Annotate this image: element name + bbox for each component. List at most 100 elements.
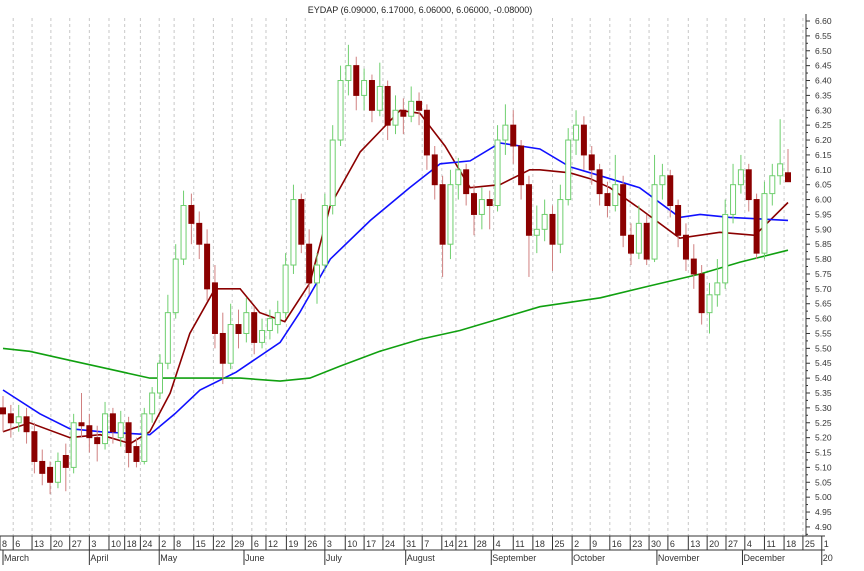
- candle-body: [690, 258, 697, 275]
- x-tick-label: 6: [15, 539, 20, 549]
- candle-body: [243, 312, 250, 334]
- candle-body: [141, 413, 148, 462]
- y-tick-label: 5.25: [815, 418, 832, 428]
- candle-body: [573, 124, 580, 141]
- candle-body: [321, 205, 328, 266]
- y-tick-label: 5.60: [815, 314, 832, 324]
- candle-body: [604, 193, 611, 207]
- x-tick-label: 11: [515, 539, 524, 549]
- candle-body: [628, 234, 634, 254]
- candle-body: [478, 199, 485, 215]
- x-tick-label: 10: [111, 539, 121, 549]
- candle-body: [651, 184, 658, 260]
- candle: [70, 413, 77, 474]
- candle-body: [557, 199, 564, 245]
- y-tick-label: 6.50: [815, 46, 832, 56]
- candle-body: [376, 85, 383, 111]
- candle-body: [447, 184, 454, 245]
- y-tick-label: 5.90: [815, 224, 832, 234]
- chart-title: EYDAP (6.09000, 6.17000, 6.06000, 6.0600…: [308, 5, 533, 15]
- candle-body: [675, 205, 682, 236]
- candle-body: [463, 169, 470, 195]
- candle-body: [188, 205, 195, 224]
- y-tick-label: 6.55: [815, 31, 832, 41]
- candle-body: [392, 109, 399, 126]
- candle-body: [259, 330, 266, 343]
- candle-body: [730, 184, 737, 215]
- x-tick-label: 31: [406, 539, 416, 549]
- candle: [141, 407, 148, 465]
- y-tick-label: 5.20: [815, 433, 832, 443]
- candle-body: [612, 184, 619, 207]
- x-tick-label: 2: [574, 539, 579, 549]
- candle-body: [86, 425, 93, 439]
- candle-body: [70, 422, 77, 468]
- candle-body: [306, 243, 313, 284]
- candle-body: [109, 413, 116, 433]
- candle-body: [431, 154, 438, 186]
- x-tick-label: 8: [176, 539, 181, 549]
- candle-body: [39, 460, 46, 474]
- candle-body: [549, 213, 556, 245]
- candle-body: [533, 228, 540, 236]
- y-tick-label: 6.40: [815, 76, 832, 86]
- x-tick-label: 4: [496, 539, 501, 549]
- candle-body: [94, 437, 101, 445]
- y-tick-label: 5.65: [815, 299, 832, 309]
- candle-body: [643, 222, 650, 260]
- candle-body: [211, 282, 218, 334]
- x-tick-label: 18: [127, 539, 137, 549]
- candle-body: [384, 85, 391, 126]
- candle: [761, 181, 768, 260]
- candle-body: [314, 264, 320, 284]
- candle: [298, 193, 305, 254]
- candle-body: [722, 213, 729, 284]
- candle-body: [439, 184, 446, 245]
- candle-body: [620, 184, 627, 236]
- x-tick-label: 26: [307, 539, 317, 549]
- y-tick-label: 5.95: [815, 209, 832, 219]
- x-tick-label: 28: [477, 539, 487, 549]
- candle-body: [180, 205, 187, 260]
- candle-body: [149, 392, 156, 415]
- candle-body: [510, 124, 517, 147]
- x-tick-label: 16: [612, 539, 622, 549]
- candle-body: [0, 407, 6, 415]
- candle-body: [361, 80, 368, 96]
- month-label: June: [245, 553, 265, 563]
- candle-body: [353, 65, 360, 96]
- candle-body: [541, 213, 548, 230]
- candle-body: [698, 273, 705, 314]
- month-label: November: [658, 553, 700, 563]
- candle-body: [298, 199, 305, 245]
- candle-body: [345, 65, 352, 82]
- candle-body: [133, 446, 140, 462]
- x-tick-label: 2: [161, 539, 166, 549]
- month-label: March: [4, 553, 29, 563]
- candle: [565, 128, 572, 206]
- candle-body: [368, 80, 375, 111]
- x-tick-label: 18: [786, 539, 796, 549]
- candle: [753, 193, 760, 260]
- candle-body: [274, 312, 281, 326]
- y-tick-label: 5.35: [815, 388, 832, 398]
- candle-body: [753, 199, 760, 254]
- y-tick-label: 5.30: [815, 403, 832, 413]
- candle-body: [47, 466, 54, 483]
- x-tick-label: 4: [747, 539, 752, 549]
- candle-body: [518, 145, 525, 186]
- y-tick-label: 6.00: [815, 195, 832, 205]
- y-tick-label: 6.45: [815, 61, 832, 71]
- x-tick-label: 17: [366, 539, 376, 549]
- candle-body: [455, 169, 462, 186]
- y-tick-label: 5.05: [815, 477, 832, 487]
- candle-body: [15, 416, 22, 424]
- x-tick-label: 22: [215, 539, 225, 549]
- candle-body: [635, 222, 642, 254]
- candle-body: [290, 199, 297, 266]
- candle-body: [471, 193, 477, 215]
- y-tick-label: 6.60: [815, 16, 832, 26]
- y-tick-label: 5.55: [815, 328, 832, 338]
- candle-body: [23, 416, 30, 433]
- x-tick-label: 27: [72, 539, 82, 549]
